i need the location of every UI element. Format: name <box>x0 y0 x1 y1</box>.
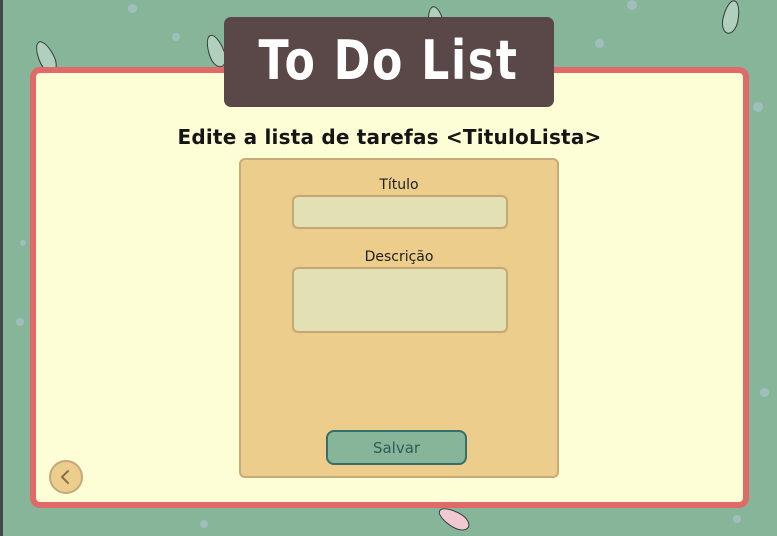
description-label: Descrição <box>364 249 434 265</box>
app-title-banner: To Do List <box>224 17 554 107</box>
background-dot <box>200 520 208 528</box>
description-input[interactable] <box>292 267 508 333</box>
save-button[interactable]: Salvar <box>326 430 467 465</box>
background-dot <box>20 240 26 246</box>
title-input[interactable] <box>292 195 508 229</box>
background-dot <box>753 102 763 112</box>
page-heading: Edite a lista de tarefas <TituloLista> <box>177 125 602 149</box>
background-dot <box>760 388 769 397</box>
leaf-decoration-icon <box>719 0 743 36</box>
edit-list-form: Título Descrição Salvar <box>239 158 559 478</box>
background-dot <box>128 4 137 13</box>
chevron-left-icon <box>61 470 69 484</box>
background-dot <box>172 33 180 41</box>
background-dot <box>595 39 604 48</box>
edit-list-card: Edite a lista de tarefas <TituloLista> T… <box>30 67 749 508</box>
background-dot <box>733 515 741 523</box>
title-label: Título <box>379 177 419 193</box>
window-edge <box>0 0 3 536</box>
leaf-decoration-icon <box>435 503 473 535</box>
background-dot <box>627 0 637 10</box>
back-button[interactable] <box>49 460 83 494</box>
background-dot <box>16 318 24 326</box>
app-title: To Do List <box>258 28 520 92</box>
